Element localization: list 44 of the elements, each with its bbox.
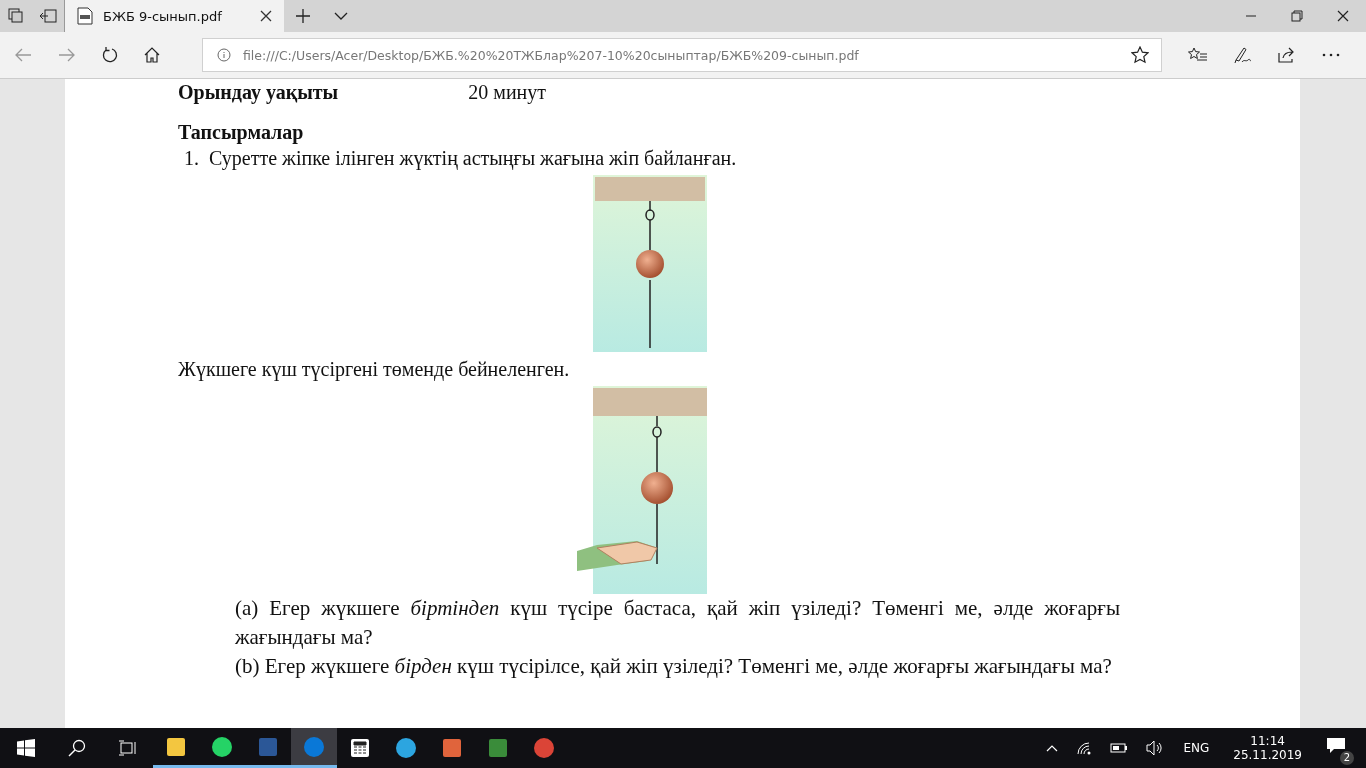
share-icon[interactable] — [1278, 47, 1296, 63]
favorite-star-icon[interactable] — [1131, 46, 1149, 64]
wifi-icon[interactable] — [1076, 741, 1093, 755]
chevron-down-icon[interactable] — [334, 12, 348, 20]
speaker-icon[interactable] — [1146, 740, 1165, 756]
app-icon — [394, 736, 418, 760]
edge-taskbar-button[interactable] — [291, 728, 337, 768]
calculator-icon — [348, 736, 372, 760]
close-icon[interactable] — [1337, 10, 1349, 22]
chevron-up-icon[interactable] — [1046, 744, 1059, 752]
question-text: Суретте жіпке ілінген жүктің астыңғы жағына жіп байланған. — [209, 146, 737, 171]
section-heading: Тапсырмалар — [178, 120, 305, 145]
app-icon — [440, 736, 464, 760]
refresh-icon[interactable] — [102, 47, 118, 63]
info-label: Орындау уақыты — [178, 81, 339, 103]
pen-icon[interactable] — [1234, 46, 1252, 64]
windows-start-icon[interactable] — [17, 739, 35, 757]
input-language-indicator[interactable]: ENG — [1183, 741, 1210, 755]
address-field[interactable]: file:///C:/Users/Acer/Desktop/БЖБ.%20%20ТЖБлар%207-10%20сыныптар/БЖБ%209-сынып.pdf — [202, 38, 1162, 72]
question-number: 1. — [184, 146, 199, 171]
battery-icon[interactable] — [1110, 743, 1129, 753]
info-icon — [217, 48, 231, 62]
app-icon — [210, 734, 234, 759]
task-view-icon[interactable] — [119, 740, 137, 756]
search-icon[interactable] — [68, 739, 86, 757]
info-value: 20 минут — [468, 81, 547, 103]
favorites-icon[interactable] — [1188, 47, 1208, 63]
question-part-text: (b) Егер жүкшеге бірден күш түсірілсе, қай жіп үзіледі? Төменгі ме, әлде жоғарғы жағындағы ма? — [235, 653, 1113, 680]
notification-count-badge: 2 — [1340, 751, 1354, 765]
caption-text: Жүкшеге күш түсіргені төменде бейнеленген. — [178, 357, 571, 382]
forward-icon[interactable] — [58, 48, 76, 62]
app-icon — [302, 734, 326, 759]
clock[interactable]: 11:14 25.11.2019 — [1233, 734, 1302, 762]
app-icon — [486, 736, 510, 760]
question-part-text: (a) Егер жүкшеге біртіндеп күш түсіре бастаса, қай жіп үзіледі? Төменгі ме, әлде жоғарғы жағындағы ма? — [235, 595, 1120, 651]
app-icon — [532, 736, 556, 760]
home-icon[interactable] — [144, 47, 160, 63]
notifications-icon[interactable] — [1326, 737, 1346, 755]
browser-tab[interactable]: БЖБ 9-сынып.pdf — [64, 0, 284, 32]
close-icon[interactable] — [260, 10, 272, 22]
back-icon[interactable] — [14, 48, 32, 62]
more-icon[interactable] — [1322, 53, 1340, 57]
restore-icon[interactable] — [1291, 10, 1303, 22]
new-tab-icon[interactable] — [296, 9, 310, 23]
